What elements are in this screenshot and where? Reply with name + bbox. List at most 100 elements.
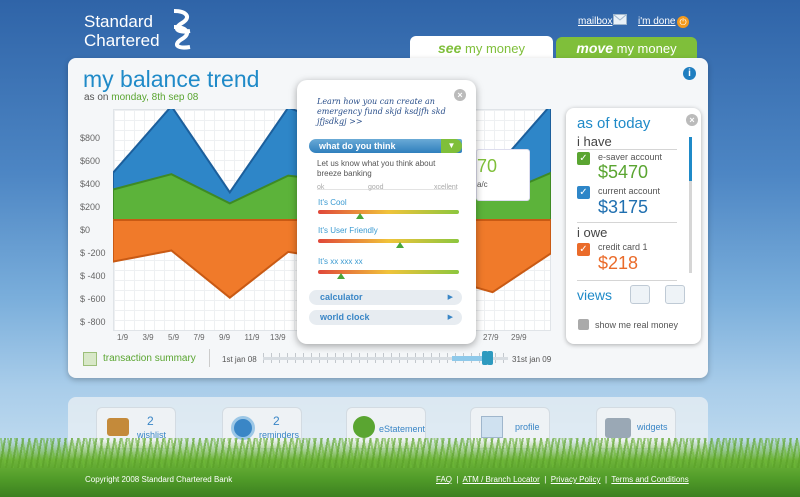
x-tick-label: 7/9 — [193, 333, 205, 342]
side-title: as of today — [577, 115, 651, 132]
wishlist-count: 2 — [147, 414, 154, 428]
side-close-icon[interactable]: × — [686, 114, 698, 126]
checkbox-esaver[interactable]: ✓ — [577, 152, 590, 165]
rating-slider-user-friendly[interactable] — [318, 239, 459, 243]
checkbox-current[interactable]: ✓ — [577, 186, 590, 199]
peek-value: 70 — [477, 156, 498, 176]
peek-unit: a/c — [477, 180, 488, 189]
info-icon[interactable]: i — [683, 67, 696, 80]
arrow-right-icon: ▶ — [447, 294, 453, 301]
list-view-icon[interactable] — [630, 285, 650, 304]
as-of-line: as on monday, 8th sep 08 — [84, 92, 198, 103]
x-tick-label: 9/9 — [219, 333, 231, 342]
world-clock-link[interactable]: world clock ▶ — [309, 310, 462, 325]
real-money-checkbox[interactable] — [578, 319, 589, 330]
profile-card-icon — [481, 416, 503, 438]
i-owe-heading: i owe — [577, 225, 608, 240]
footer-links: FAQ | ATM / Branch Locator | Privacy Pol… — [436, 475, 689, 484]
slider-knob-user-friendly[interactable] — [395, 242, 404, 248]
x-tick-label: 29/9 — [511, 333, 527, 342]
side-scrollbar-thumb[interactable] — [689, 137, 692, 181]
arrow-right-icon: ▶ — [447, 314, 453, 321]
i-have-heading: i have — [577, 134, 612, 149]
tab-see-em: see — [438, 40, 462, 56]
atm-locator-link[interactable]: ATM / Branch Locator — [463, 475, 540, 484]
rating-slider-cool[interactable] — [318, 210, 459, 214]
emergency-fund-note[interactable]: Learn how you can create an emergency fu… — [317, 97, 447, 127]
note-more-link[interactable]: >> — [349, 117, 362, 126]
terms-link[interactable]: Terms and Conditions — [611, 475, 688, 484]
range-end-label: 31st jan 09 — [512, 355, 552, 364]
feedback-header[interactable]: what do you think — [309, 139, 462, 153]
mailbox-link[interactable]: mailbox — [578, 16, 612, 27]
brand-line-1: Standard — [84, 12, 153, 31]
transaction-summary-link[interactable]: transaction summary — [103, 353, 196, 364]
tab-move-label: my money — [616, 41, 677, 56]
faq-link[interactable]: FAQ — [436, 475, 452, 484]
x-tick-label: 3/9 — [142, 333, 154, 342]
account-name-credit-card: credit card 1 — [598, 242, 648, 252]
x-tick-label: 5/9 — [168, 333, 180, 342]
slider-knob-third[interactable] — [336, 273, 345, 279]
envelope-icon[interactable] — [613, 14, 627, 25]
brand-logo-icon — [173, 9, 191, 50]
chevron-down-icon[interactable]: ▼ — [441, 139, 462, 153]
privacy-link[interactable]: Privacy Policy — [551, 475, 601, 484]
y-tick-label: $600 — [80, 156, 101, 166]
clock-icon — [231, 416, 255, 440]
note-text: Learn how you can create an emergency fu… — [317, 97, 446, 126]
slider-knob-cool[interactable] — [356, 213, 365, 219]
as-of-prefix: as on — [84, 92, 109, 103]
divider — [577, 280, 677, 281]
basket-icon — [107, 418, 129, 436]
popup-close-icon[interactable]: × — [454, 89, 466, 101]
feedback-intro: Let us know what you think about breeze … — [317, 159, 436, 178]
y-tick-label: $ -400 — [80, 271, 106, 281]
tree-icon — [353, 416, 375, 438]
question-label-cool: It's Cool — [318, 198, 347, 207]
question-label-user-friendly: It's User Friendly — [318, 226, 378, 235]
reminders-count: 2 — [273, 414, 280, 428]
x-tick-label: 1/9 — [117, 333, 129, 342]
account-value-current: $3175 — [598, 197, 649, 217]
y-tick-label: $0 — [80, 225, 91, 235]
y-tick-label: $ -200 — [80, 248, 106, 258]
tab-move-my-money[interactable]: move my money — [556, 37, 697, 59]
calculator-link[interactable]: calculator ▶ — [309, 290, 462, 305]
scale-good: good — [368, 184, 384, 191]
scale-excellent: xcellent — [434, 184, 458, 191]
views-label: views — [577, 287, 613, 303]
checkbox-credit-card[interactable]: ✓ — [577, 243, 590, 256]
tab-see-label: my money — [465, 41, 525, 56]
brand-line-2: Chartered — [84, 31, 160, 50]
tab-move-em: move — [576, 40, 613, 56]
y-tick-label: $400 — [80, 179, 101, 189]
briefcase-icon — [605, 418, 631, 438]
tab-see-my-money[interactable]: see my money — [410, 36, 553, 60]
page-title: my balance trend — [83, 66, 260, 92]
estatement-label: eStatement — [379, 424, 426, 434]
done-label: i'm done — [638, 16, 676, 27]
x-tick-label: 13/9 — [270, 333, 286, 342]
calendar-view-icon[interactable] — [665, 285, 685, 304]
brand-logo-text: Standard Chartered — [84, 12, 160, 50]
timeline-handle-end[interactable] — [487, 351, 494, 365]
power-icon[interactable]: ⏻ — [677, 16, 689, 28]
as-of-date: monday, 8th sep 08 — [111, 92, 199, 103]
transaction-summary-icon[interactable] — [83, 352, 97, 366]
done-link[interactable]: i'm done — [638, 16, 676, 27]
world-clock-label: world clock — [320, 312, 370, 322]
account-value-credit-card: $218 — [598, 253, 639, 273]
account-value-esaver: $5470 — [598, 162, 649, 182]
real-money-label[interactable]: show me real money — [595, 320, 678, 330]
divider — [577, 149, 677, 150]
account-name-esaver: e-saver account — [598, 152, 663, 162]
x-tick-label: 11/9 — [244, 333, 260, 342]
peek-card: 70 a/c — [476, 149, 530, 201]
profile-label: profile — [515, 422, 540, 432]
divider — [577, 222, 677, 223]
y-tick-label: $200 — [80, 202, 101, 212]
y-tick-label: $800 — [80, 133, 101, 143]
grass-blades — [0, 438, 800, 468]
scale-ok: ok — [317, 184, 325, 191]
